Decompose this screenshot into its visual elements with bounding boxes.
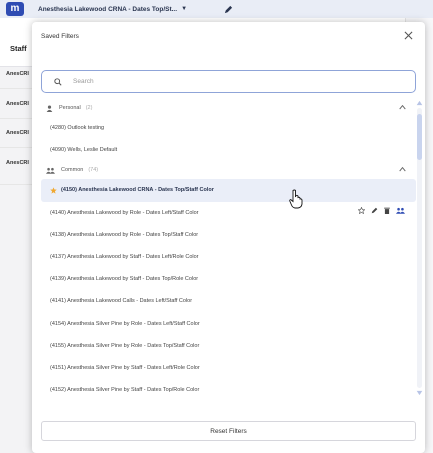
staff-column-header: Staff [10,44,27,53]
person-icon [46,104,53,112]
filter-item[interactable]: (4090) Wells, Leslie Default [41,139,416,161]
trash-icon[interactable] [384,207,390,214]
item-actions [358,206,405,214]
filter-item-label: (4152) Anesthesia Silver Pine by Staff -… [50,387,200,394]
scroll-down-arrow-icon [416,390,423,396]
filter-list: Personal (2) (4280) Outlook testing (409… [41,99,416,424]
filter-item[interactable]: (4151) Anesthesia Silver Pine by Staff -… [41,357,416,379]
filter-item-label: (4151) Anesthesia Silver Pine by Staff -… [50,364,200,371]
saved-filters-dialog: Saved Filters Personal (2) (4280) Outloo… [32,22,425,453]
filter-item-selected[interactable]: (4150) Anesthesia Lakewood CRNA - Dates … [41,179,416,202]
row-divider [0,88,35,89]
top-bar: m Anesthesia Lakewood CRNA - Dates Top/S… [0,0,433,18]
dialog-title: Saved Filters [41,33,79,40]
edit-view-button[interactable] [218,2,238,16]
close-button[interactable] [401,28,415,42]
scroll-up-arrow-icon [416,100,423,106]
group-label: Common [61,167,84,174]
staff-row: AnesCRI [6,130,29,136]
filter-item[interactable]: (4152) Anesthesia Silver Pine by Staff -… [41,379,416,401]
row-divider [0,118,35,119]
view-selector[interactable]: Anesthesia Lakewood CRNA - Dates Top/St.… [32,0,214,18]
filter-item-label: (4155) Anesthesia Silver Pine by Role - … [50,342,200,349]
filter-item[interactable]: (4137) Anesthesia Lakewood by Staff - Da… [41,246,416,268]
filter-item[interactable]: (4280) Outlook testing [41,117,416,139]
filter-item-label: (4154) Anesthesia Silver Pine by Role - … [50,320,200,327]
list-scrollbar[interactable] [415,100,423,398]
staff-row: AnesCRI [6,71,29,77]
group-count: (2) [85,105,93,111]
row-divider [0,184,35,185]
share-people-icon[interactable] [396,207,405,214]
chevron-up-icon [399,104,406,110]
star-filled-icon [50,187,57,194]
view-selector-label: Anesthesia Lakewood CRNA - Dates Top/St.… [38,5,178,13]
filter-item-label: (4280) Outlook testing [50,125,105,132]
hand-pointer-cursor-icon [289,189,303,209]
row-divider [0,147,35,148]
pencil-icon[interactable] [371,207,378,214]
filter-item-label: (4150) Anesthesia Lakewood CRNA - Dates … [61,187,214,194]
reset-filters-button[interactable]: Reset Filters [41,421,416,441]
search-icon [54,77,62,86]
filter-item[interactable]: (4140) Anesthesia Lakewood by Role - Dat… [41,202,416,224]
pencil-icon [224,5,232,13]
chevron-up-icon [399,167,406,172]
filter-item[interactable]: (4141) Anesthesia Lakewood Calls - Dates… [41,290,416,312]
group-header-personal[interactable]: Personal (2) [41,99,416,117]
filter-item[interactable]: (4138) Anesthesia Lakewood by Role - Dat… [41,224,416,246]
staff-row: AnesCRI [6,101,29,107]
filter-item[interactable]: (4154) Anesthesia Silver Pine by Role - … [41,313,416,335]
search-box[interactable] [41,70,416,93]
people-icon [46,167,55,174]
filter-item-label: (4138) Anesthesia Lakewood by Role - Dat… [50,231,199,238]
filter-item-label: (4139) Anesthesia Lakewood by Staff - Da… [50,276,199,283]
filter-item-label: (4137) Anesthesia Lakewood by Staff - Da… [50,254,199,261]
filter-item[interactable]: (4139) Anesthesia Lakewood by Staff - Da… [41,268,416,290]
app-logo[interactable]: m [6,2,24,16]
group-count: (74) [88,167,99,174]
close-icon [404,31,412,39]
group-label: Personal [59,105,81,111]
filter-item[interactable]: (4155) Anesthesia Silver Pine by Role - … [41,335,416,357]
group-header-common[interactable]: Common (74) [41,161,416,179]
chevron-down-icon: ▼ [181,6,188,12]
star-outline-icon[interactable] [358,206,365,214]
filter-item-label: (4140) Anesthesia Lakewood by Role - Dat… [50,209,199,216]
scrollbar-thumb[interactable] [417,114,422,160]
search-input[interactable] [71,77,375,86]
filter-item-label: (4141) Anesthesia Lakewood Calls - Dates… [50,298,193,305]
filter-item-label: (4090) Wells, Leslie Default [50,147,118,154]
staff-row: AnesCRI [6,160,29,166]
